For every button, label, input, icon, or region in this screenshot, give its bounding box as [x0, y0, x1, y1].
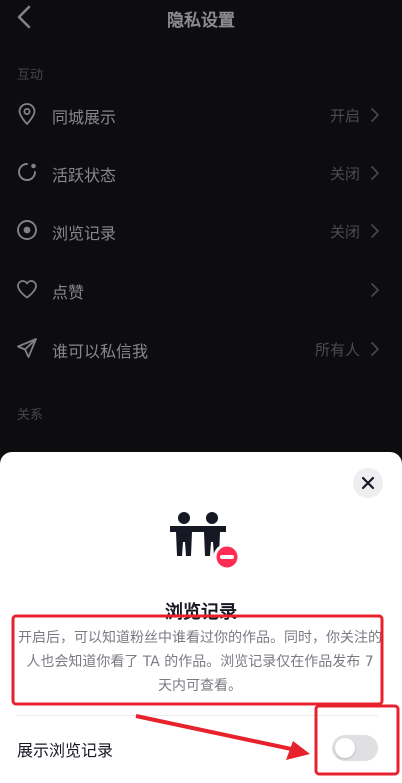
toggle-label: 展示浏览记录 [17, 741, 114, 760]
sheet-description: 开启后，可以知道粉丝中谁看过你的作品。同时，你关注的人也会知道你看了 TA 的作… [18, 630, 382, 694]
divider [17, 715, 378, 716]
close-button[interactable] [353, 468, 383, 498]
sheet-title: 浏览记录 [165, 602, 237, 623]
show-view-history-toggle[interactable] [332, 735, 378, 761]
toggle-knob [335, 738, 355, 758]
close-icon [361, 476, 375, 490]
bottom-sheet: 浏览记录 开启后，可以知道粉丝中谁看过你的作品。同时，你关注的人也会知道你看了 … [0, 452, 402, 783]
view-history-people-icon [170, 512, 241, 571]
